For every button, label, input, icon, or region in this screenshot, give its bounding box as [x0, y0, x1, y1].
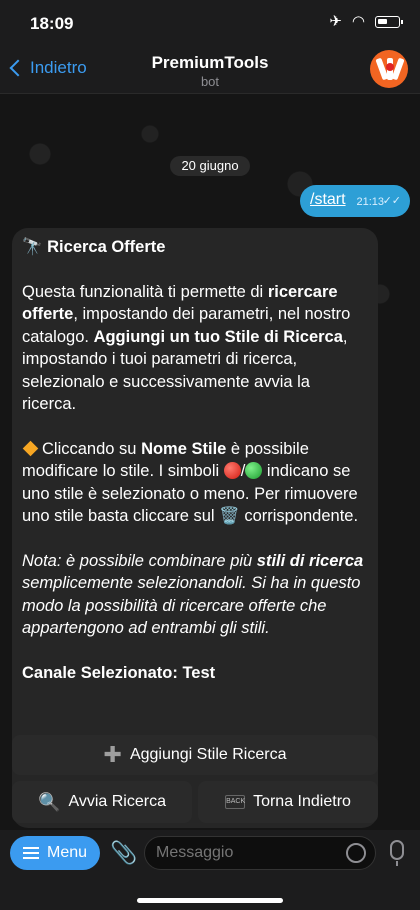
diamond-icon — [22, 440, 39, 456]
go-back-label: Torna Indietro — [253, 793, 351, 810]
message-header: 🔭 Ricerca Offerte — [22, 236, 368, 259]
bold-span: Nome Stile — [141, 439, 227, 458]
bot-avatar[interactable] — [370, 50, 408, 88]
menu-label: Menu — [46, 844, 88, 861]
input-bar: Menu 📎 — [0, 830, 420, 910]
command-link[interactable]: /start — [310, 191, 346, 209]
message-paragraph-3: Nota: è possibile combinare più stili di… — [22, 550, 368, 640]
add-search-style-label: Aggiungi Stile Ricerca — [129, 746, 287, 763]
bold-span: Aggiungi un tuo Stile di Ricerca — [93, 327, 343, 346]
chat-area[interactable]: 20 giugno /start 21:13 ✓✓ 🔭 Ricerca Offe… — [0, 94, 420, 830]
nav-bar: Indietro PremiumTools bot — [0, 44, 420, 94]
menu-button[interactable]: Menu — [10, 836, 100, 870]
home-indicator — [137, 898, 283, 903]
green-circle-icon — [245, 462, 263, 479]
chat-subtitle: bot — [200, 74, 220, 89]
start-search-button[interactable]: 🔍 Avvia Ricerca — [12, 781, 192, 823]
text-span: Nota: è possibile combinare più — [22, 551, 257, 570]
date-separator: 20 giugno — [170, 156, 250, 176]
text-span: semplicemente selezionandoli. Si ha in q… — [22, 574, 361, 637]
add-search-style-button[interactable]: ✚ Aggiungi Stile Ricerca — [12, 735, 378, 775]
bold-span: stili di ricerca — [256, 551, 364, 570]
text-span: Questa funzionalità ti permette di — [22, 282, 268, 301]
text-span: Cliccando su — [42, 439, 142, 458]
message-paragraph-2: Cliccando su Nome Stile è possibile modi… — [22, 438, 368, 528]
back-arrow-icon: BACK — [225, 795, 245, 809]
status-bar: 18:09 ✈ ◠ — [0, 0, 420, 44]
start-search-label: Avvia Ricerca — [68, 793, 166, 810]
status-time: 18:09 — [30, 14, 74, 33]
chat-title[interactable]: PremiumTools — [0, 53, 420, 73]
battery-icon — [375, 16, 403, 28]
sticker-icon[interactable] — [346, 843, 366, 863]
message-input[interactable] — [144, 836, 376, 870]
read-ticks-icon: ✓✓ — [382, 195, 401, 207]
menu-icon — [22, 847, 39, 859]
attach-icon[interactable]: 📎 — [110, 840, 137, 866]
wifi-icon: ◠ — [351, 13, 365, 30]
airplane-icon: ✈ — [329, 13, 342, 30]
message-time: 21:13 — [356, 196, 384, 208]
status-icons: ✈ ◠ — [329, 13, 403, 30]
outgoing-message[interactable]: /start 21:13 ✓✓ — [300, 185, 410, 217]
selected-channel: Canale Selezionato: Test — [22, 663, 216, 682]
red-circle-icon — [223, 462, 241, 479]
message-paragraph-1: Questa funzionalità ti permette di ricer… — [22, 281, 368, 416]
trash-icon: 🗑️ — [219, 507, 240, 525]
text-span: corrispondente. — [239, 507, 359, 525]
plus-icon: ✚ — [103, 742, 122, 767]
go-back-button[interactable]: BACK Torna Indietro — [198, 781, 378, 823]
message-header-text: Ricerca Offerte — [47, 238, 166, 256]
telescope-icon: 🔭 — [22, 238, 43, 256]
microphone-icon[interactable] — [390, 840, 404, 866]
magnifier-icon: 🔍 — [38, 791, 61, 812]
